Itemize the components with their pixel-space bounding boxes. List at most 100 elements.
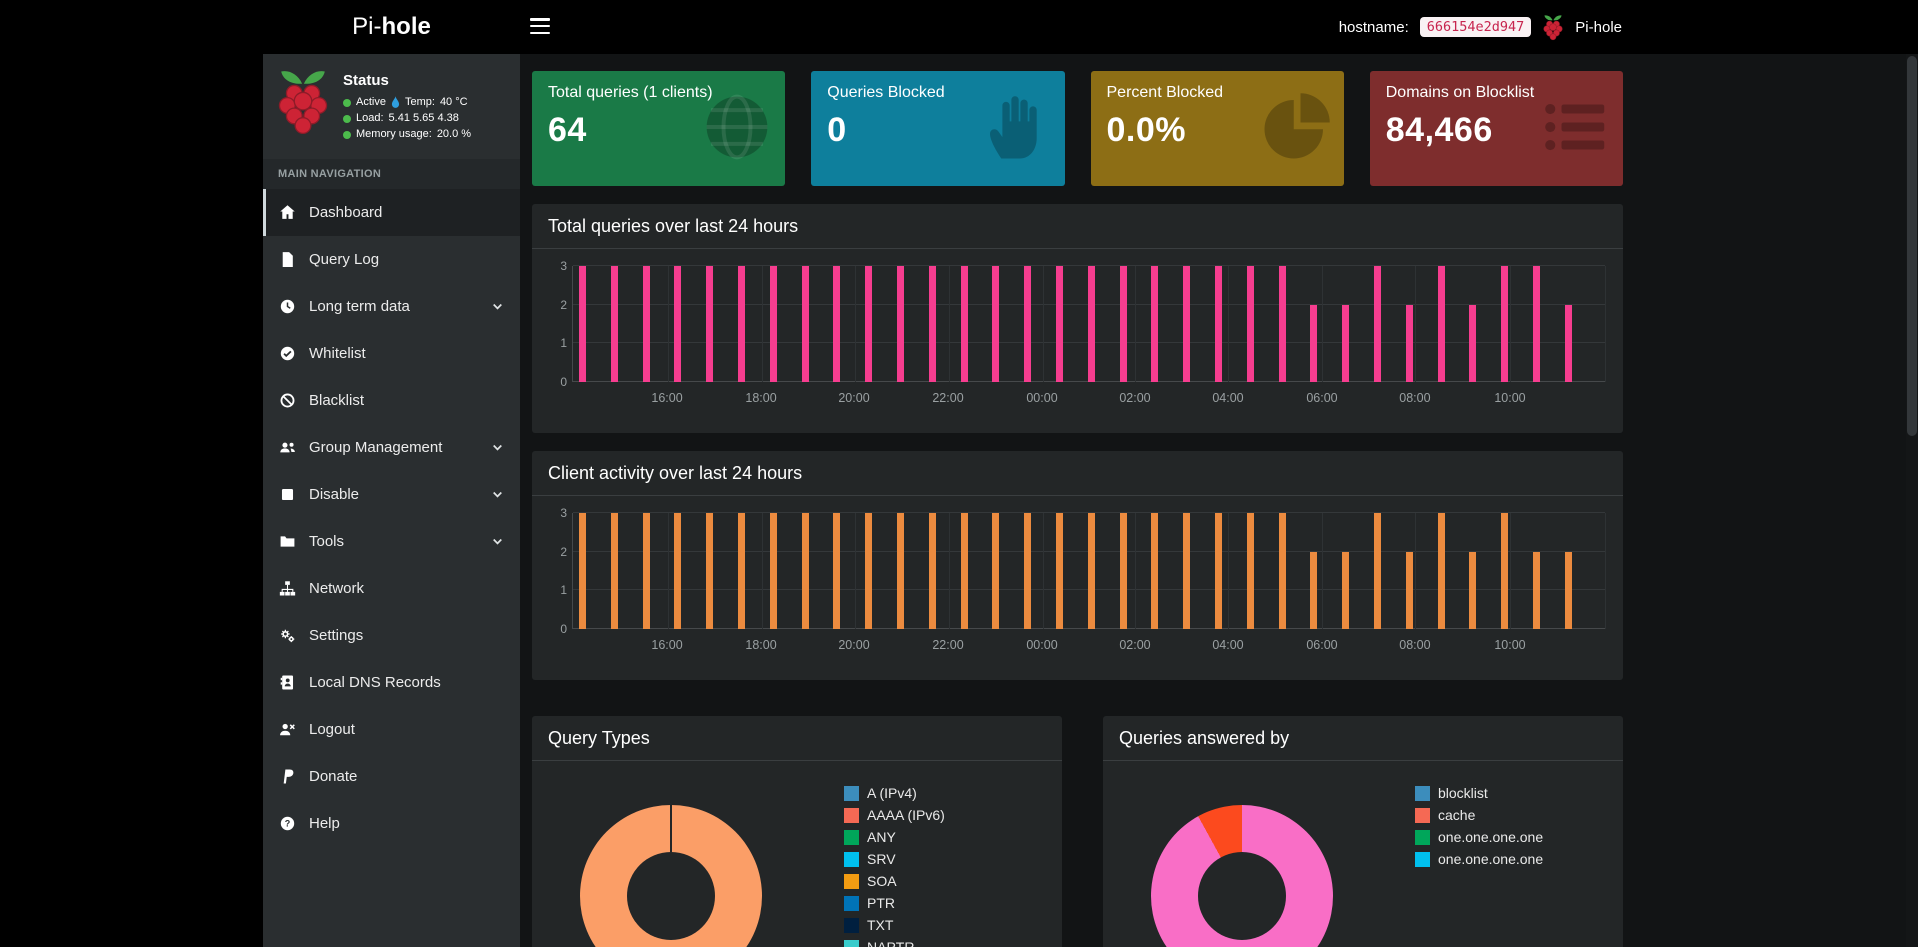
sidebar-item-label: Tools [309,533,344,550]
sidebar-item-label: Logout [309,721,355,738]
sidebar-item-blacklist[interactable]: Blacklist [263,377,520,424]
query-types-donut[interactable] [580,805,762,947]
legend-item-naptr[interactable]: NAPTR [844,936,945,947]
panel-header: Query Types [532,716,1062,761]
sidebar-item-help[interactable]: ?Help [263,800,520,847]
query-types-chart-wrap: A (IPv4)AAAA (IPv6) ANY SRV SOAPTRTXTNAPTR [532,761,1062,947]
ban-icon [279,392,297,409]
bar [802,266,809,382]
bar [1310,552,1317,629]
card-value: 64 [548,111,769,150]
sidebar-item-tools[interactable]: Tools [263,518,520,565]
card-title: Queries Blocked [827,84,1048,102]
bar [1183,266,1190,382]
legend-swatch [844,940,859,947]
sidebar-item-whitelist[interactable]: Whitelist [263,330,520,377]
legend-item-ptr[interactable]: PTR [844,892,945,914]
queries-over-time-chart[interactable]: 0123 16:0018:0020:0022:0000:0002:0004:00… [532,266,1623,409]
home-icon [279,204,297,221]
status-row-load: Load: 5.41 5.65 4.38 [343,111,471,127]
bar [1120,266,1127,382]
card-title: Percent Blocked [1107,84,1328,102]
panel-queries-answered-by: Queries answered by blocklistcacheone.on… [1103,716,1623,947]
legend-item-any[interactable]: ANY [844,826,945,848]
bar [1088,513,1095,629]
temperature-icon [391,96,400,109]
bar [611,266,618,382]
legend-swatch [844,808,859,823]
panel-title: Query Types [548,728,1046,749]
bar [1024,266,1031,382]
bar [992,513,999,629]
stat-card-percent-blocked: Percent Blocked 0.0% [1091,71,1344,186]
sidebar-item-settings[interactable]: Settings [263,612,520,659]
bar [643,266,650,382]
legend-item-one-one-one-one[interactable]: one.one.one.one [1415,826,1543,848]
sidebar-item-donate[interactable]: Donate [263,753,520,800]
legend-label: ANY [867,829,896,845]
card-value: 0.0% [1107,111,1328,150]
legend-item-soa[interactable]: SOA [844,870,945,892]
sidebar-item-disable[interactable]: Disable [263,471,520,518]
legend-item-srv[interactable]: SRV [844,848,945,870]
load-label: Load: [356,111,384,127]
legend-label: SRV [867,851,896,867]
sidebar-item-group-management[interactable]: Group Management [263,424,520,471]
bar [929,266,936,382]
panel-title: Client activity over last 24 hours [548,463,1607,484]
app-logo[interactable]: Pi-hole [263,0,520,54]
legend-item-aaaa-ipv6[interactable]: AAAA (IPv6) [844,804,945,826]
panel-header: Client activity over last 24 hours [532,451,1623,496]
sidebar-item-long-term-data[interactable]: Long term data [263,283,520,330]
bar [1501,513,1508,629]
page-scrollbar[interactable] [1906,54,1918,947]
sidebar-item-local-dns-records[interactable]: Local DNS Records [263,659,520,706]
bar [706,513,713,629]
bar [992,266,999,382]
bar [1183,513,1190,629]
legend-item-cache[interactable]: cache [1415,804,1543,826]
bar [1565,552,1572,629]
bar [1310,305,1317,382]
legend-item-txt[interactable]: TXT [844,914,945,936]
file-icon [279,251,297,268]
bar [1438,266,1445,382]
sidebar-item-network[interactable]: Network [263,565,520,612]
bar [579,266,586,382]
card-title: Domains on Blocklist [1386,84,1607,102]
sidebar-item-label: Whitelist [309,345,366,362]
bar [1342,552,1349,629]
legend-item-blocklist[interactable]: blocklist [1415,782,1543,804]
legend-item-a-ipv4[interactable]: A (IPv4) [844,782,945,804]
bar [643,513,650,629]
sidebar-item-query-log[interactable]: Query Log [263,236,520,283]
user-times-icon [279,721,297,738]
sidebar-item-logout[interactable]: Logout [263,706,520,753]
temp-label: Temp: [405,95,435,111]
brand-prefix: Pi- [352,13,381,41]
sidebar-item-label: Group Management [309,439,442,456]
status-box: Status Active Temp: 40 °C Load: 5.41 5.6… [263,54,520,155]
legend-item-one-one-one-one[interactable]: one.one.one.one [1415,848,1543,870]
bar [961,266,968,382]
donut-hole [1198,852,1286,940]
sidebar-menu: DashboardQuery LogLong term data Whitelis… [263,189,520,847]
bar [1438,513,1445,629]
answered-by-donut[interactable] [1151,805,1333,947]
scrollbar-thumb[interactable] [1907,56,1917,436]
bar [770,513,777,629]
sidebar-item-dashboard[interactable]: Dashboard [263,189,520,236]
legend-label: blocklist [1438,785,1488,801]
bar [1279,513,1286,629]
memory-value: 20.0 % [437,127,471,143]
sidebar-toggle-button[interactable] [530,18,550,34]
paypal-icon [279,768,297,785]
clock-icon [279,298,297,315]
navbar-right: hostname: 666154e2d947 Pi-hole [1339,0,1622,54]
bar [1088,266,1095,382]
legend-swatch [1415,786,1430,801]
status-load-dot [343,115,351,123]
bar [1374,513,1381,629]
client-activity-chart[interactable]: 0123 16:0018:0020:0022:0000:0002:0004:00… [532,513,1623,656]
legend-swatch [1415,808,1430,823]
